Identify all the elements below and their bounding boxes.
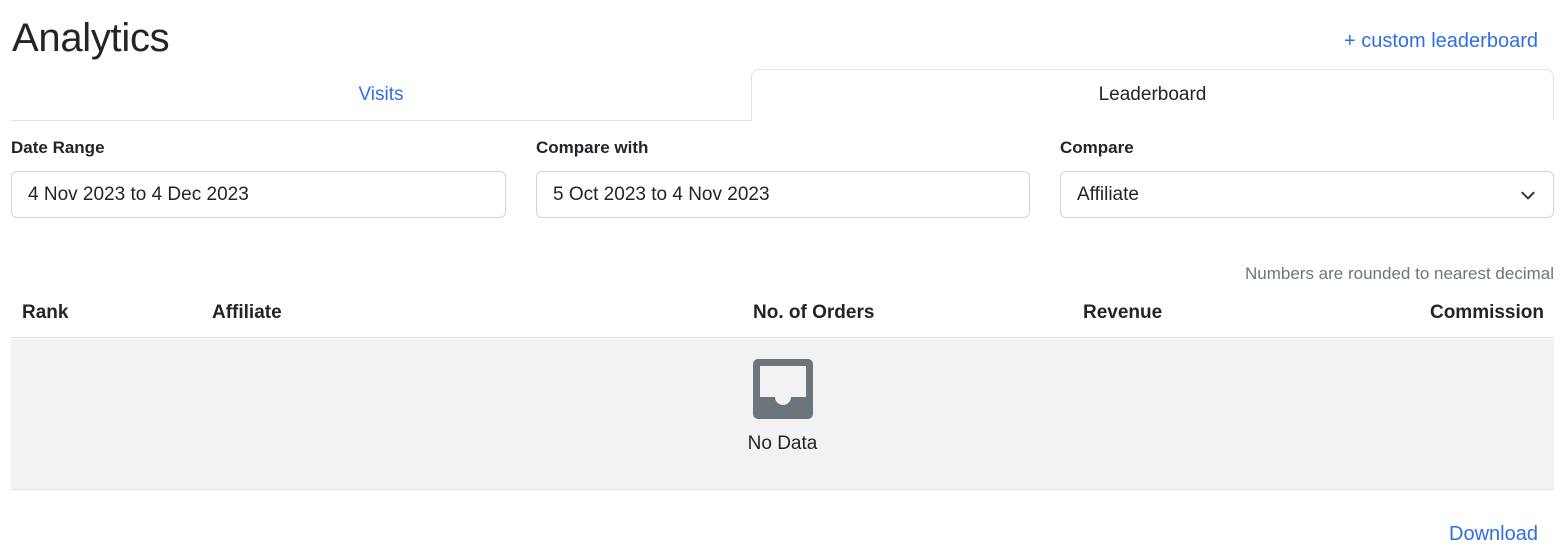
compare-group: Compare Affiliate xyxy=(1060,136,1554,218)
compare-with-input[interactable]: 5 Oct 2023 to 4 Nov 2023 xyxy=(536,171,1030,218)
empty-state-text: No Data xyxy=(747,433,818,454)
column-header-rank[interactable]: Rank xyxy=(22,302,68,324)
column-header-commission[interactable]: Commission xyxy=(1430,302,1544,324)
tab-leaderboard[interactable]: Leaderboard xyxy=(751,69,1554,121)
date-range-label: Date Range xyxy=(11,138,105,157)
date-range-input[interactable]: 4 Nov 2023 to 4 Dec 2023 xyxy=(11,171,506,218)
empty-state: No Data xyxy=(11,339,1554,490)
table-header: Rank Affiliate No. of Orders Revenue Com… xyxy=(11,296,1554,338)
date-range-group: Date Range 4 Nov 2023 to 4 Dec 2023 xyxy=(11,136,506,218)
tab-bar: Visits Leaderboard xyxy=(11,69,1554,121)
chevron-down-icon xyxy=(1521,191,1535,199)
column-header-revenue[interactable]: Revenue xyxy=(1083,302,1162,324)
page-title: Analytics xyxy=(12,16,170,60)
custom-leaderboard-link[interactable]: + custom leaderboard xyxy=(1344,29,1538,53)
compare-with-value: 5 Oct 2023 to 4 Nov 2023 xyxy=(553,183,770,205)
rounding-note: Numbers are rounded to nearest decimal xyxy=(1245,264,1554,283)
compare-select-value: Affiliate xyxy=(1077,183,1139,205)
compare-with-group: Compare with 5 Oct 2023 to 4 Nov 2023 xyxy=(536,136,1030,218)
tab-visits[interactable]: Visits xyxy=(11,69,751,121)
date-range-value: 4 Nov 2023 to 4 Dec 2023 xyxy=(28,183,249,205)
column-header-affiliate[interactable]: Affiliate xyxy=(212,302,282,324)
inbox-icon xyxy=(753,359,813,419)
analytics-page: Analytics + custom leaderboard Visits Le… xyxy=(0,0,1562,553)
compare-label: Compare xyxy=(1060,138,1134,157)
compare-select[interactable]: Affiliate xyxy=(1060,171,1554,218)
compare-with-label: Compare with xyxy=(536,138,649,157)
column-header-orders[interactable]: No. of Orders xyxy=(753,302,874,324)
download-link[interactable]: Download xyxy=(1449,522,1538,546)
